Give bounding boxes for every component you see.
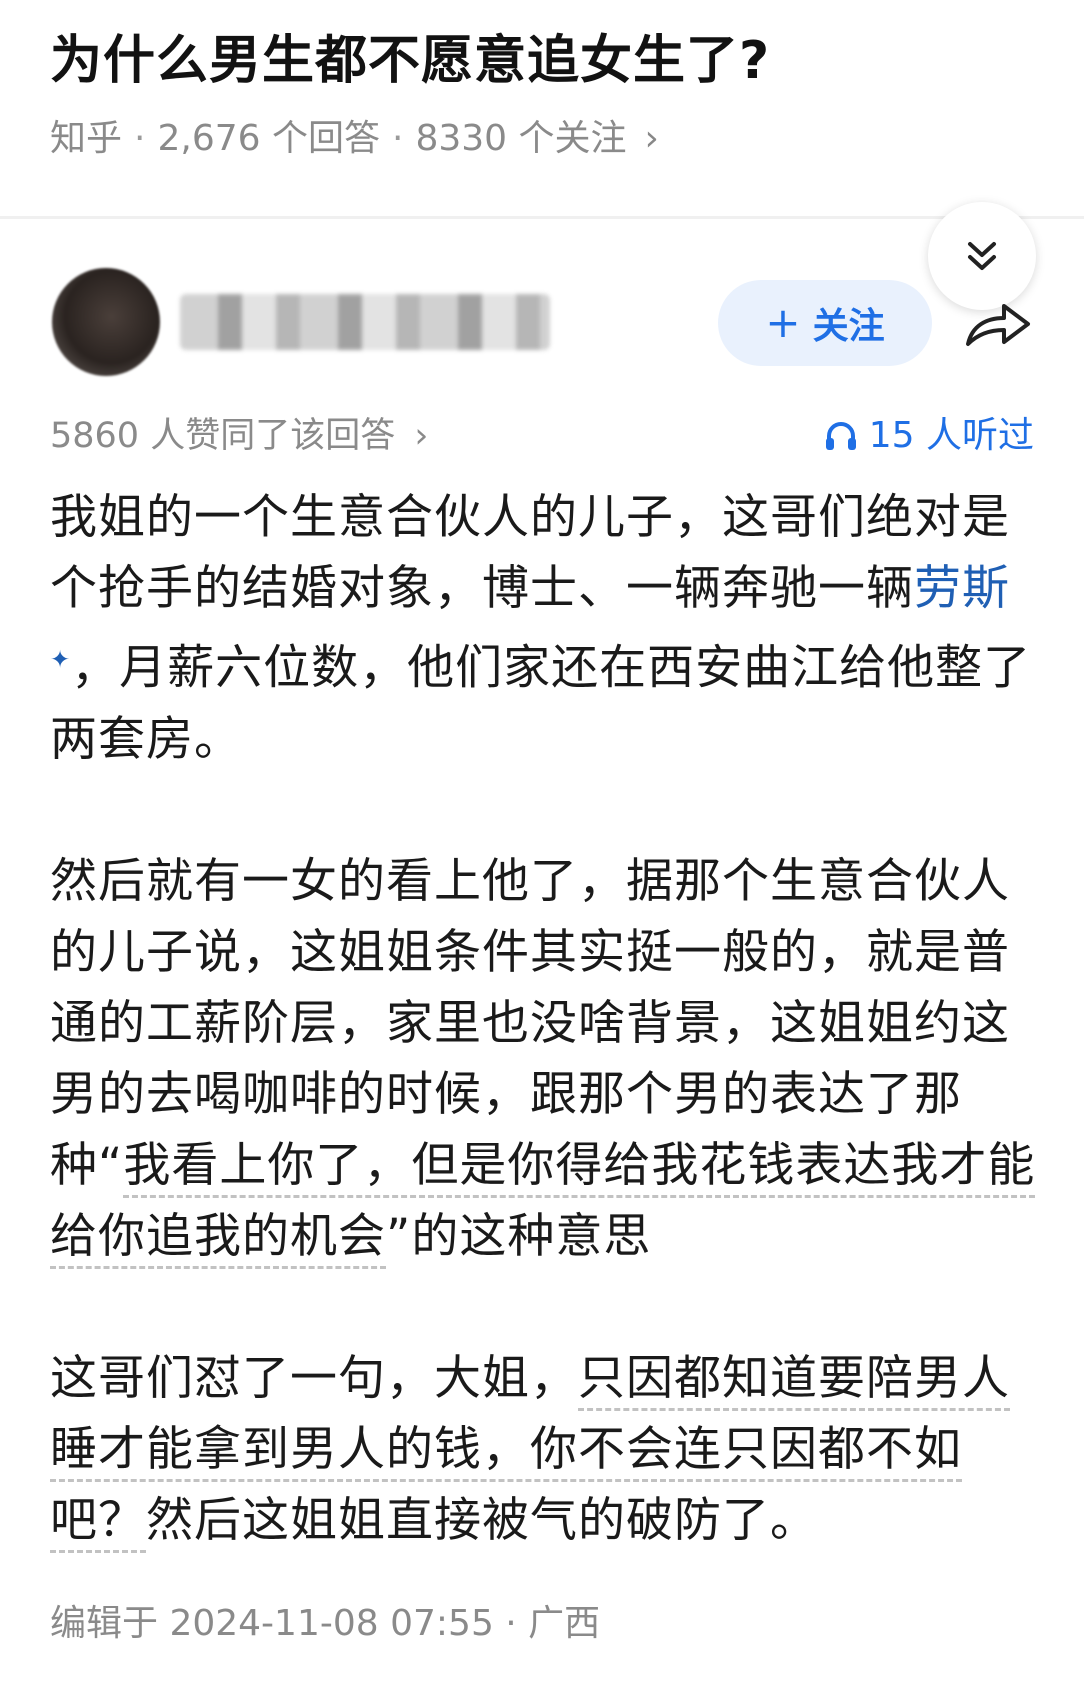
double-chevron-down-icon	[968, 242, 996, 270]
divider	[0, 216, 1084, 219]
listen-count[interactable]: 15 人听过	[823, 408, 1034, 464]
avatar[interactable]	[52, 268, 160, 376]
answer-text: ，月薪六位数，他们家还在西安曲江给他整了两套房。	[50, 640, 1032, 767]
sparkle-icon: ✦	[50, 645, 72, 673]
question-title[interactable]: 为什么男生都不愿意追女生了?	[50, 22, 770, 100]
upvote-count: 5860 人赞同了该回答	[50, 416, 396, 456]
answer-count: 2,676 个回答	[157, 118, 380, 159]
separator-dot: ·	[391, 118, 404, 159]
answer-paragraph: 这哥们怼了一句，大姐，只因都知道要陪男人睡才能拿到男人的钱，你不会连只因都不如吧…	[50, 1343, 1040, 1556]
answer-text: 然后这姐姐直接被气的破防了。	[146, 1492, 818, 1548]
chevron-right-icon: ›	[414, 416, 429, 456]
answer-paragraph: 然后就有一女的看上他了，据那个生意合伙人的儿子说，这姐姐条件其实挺一般的，就是普…	[50, 846, 1040, 1272]
keyword-link-text: 劳斯	[914, 561, 1010, 616]
follow-button[interactable]: + 关注	[718, 280, 932, 366]
share-arrow-icon[interactable]	[962, 292, 1034, 356]
chevron-right-icon: ›	[644, 118, 659, 159]
answer-text: 我姐的一个生意合伙人的儿子，这哥们绝对是个抢手的结婚对象，博士、一辆奔驰一辆	[50, 490, 1010, 616]
answer-text: 这哥们怼了一句，大姐，	[50, 1350, 578, 1406]
edit-info: 编辑于 2024-11-08 07:55 · 广西	[50, 1603, 601, 1644]
follower-count: 8330 个关注	[415, 118, 627, 159]
answer-paragraph: 我姐的一个生意合伙人的儿子，这哥们绝对是个抢手的结婚对象，博士、一辆奔驰一辆劳斯…	[50, 482, 1040, 775]
headphones-icon	[825, 422, 856, 450]
author-name[interactable]	[180, 294, 550, 350]
separator-dot: ·	[134, 118, 146, 159]
source-label: 知乎	[50, 118, 123, 159]
listen-count-text: 15 人听过	[868, 415, 1034, 456]
plus-icon: +	[765, 298, 801, 347]
answer-text: ”的这种意思	[386, 1208, 652, 1264]
question-meta[interactable]: 知乎 · 2,676 个回答 · 8330 个关注 ›	[50, 110, 659, 168]
follow-button-label: 关注	[812, 306, 885, 347]
answer-content: 我姐的一个生意合伙人的儿子，这哥们绝对是个抢手的结婚对象，博士、一辆奔驰一辆劳斯…	[50, 482, 1040, 1556]
upvote-summary[interactable]: 5860 人赞同了该回答 ›	[50, 408, 428, 464]
